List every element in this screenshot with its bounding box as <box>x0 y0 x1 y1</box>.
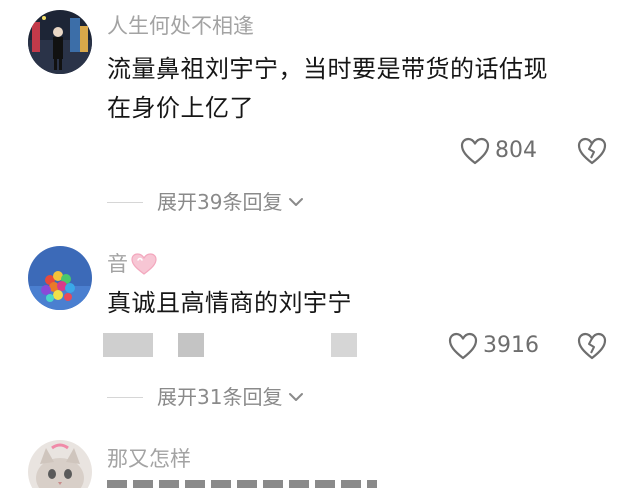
avatar-balloons-image <box>28 246 92 310</box>
comment-text-line: 流量鼻祖刘宇宁，当时要是带货的话估现 <box>107 55 548 83</box>
heart-badge-icon <box>131 253 157 275</box>
username-text: 音 <box>107 252 128 276</box>
avatar-cat-image <box>28 440 92 488</box>
broken-heart-icon <box>577 137 607 165</box>
dislike-button[interactable] <box>577 331 607 361</box>
like-button[interactable]: 3916 <box>448 332 539 360</box>
comment-text: 真诚且高情商的刘宇宁 <box>107 284 607 323</box>
heart-outline-icon <box>448 332 478 360</box>
blurred-region <box>103 333 153 357</box>
blurred-region <box>331 333 357 357</box>
like-count: 3916 <box>483 333 539 358</box>
avatar[interactable] <box>28 10 92 74</box>
broken-heart-icon <box>577 332 607 360</box>
username[interactable]: 那又怎样 <box>107 445 191 473</box>
chevron-down-icon <box>289 393 304 401</box>
username[interactable]: 人生何处不相逢 <box>107 12 254 40</box>
expand-replies-label: 展开31条回复 <box>157 385 283 409</box>
avatar[interactable] <box>28 440 92 488</box>
comment-text-line: 真诚且高情商的刘宇宁 <box>107 289 352 317</box>
divider-line <box>107 396 143 398</box>
avatar-night-city-image <box>28 10 92 74</box>
comment-list: 人生何处不相逢 流量鼻祖刘宇宁，当时要是带货的话估现 在身价上亿了 804 展开… <box>0 0 640 488</box>
expand-replies-label: 展开39条回复 <box>157 190 283 214</box>
divider-line <box>107 201 143 203</box>
dislike-button[interactable] <box>577 136 607 166</box>
comment-text-line: 在身价上亿了 <box>107 94 254 122</box>
username[interactable]: 音 <box>107 250 158 278</box>
expand-replies-button[interactable]: 展开31条回复 <box>107 384 306 410</box>
like-count: 804 <box>495 138 537 163</box>
expand-replies-button[interactable]: 展开39条回复 <box>107 189 306 215</box>
chevron-down-icon <box>289 198 304 206</box>
comment-text-cutoff <box>107 480 377 488</box>
avatar[interactable] <box>28 246 92 310</box>
comment-text: 流量鼻祖刘宇宁，当时要是带货的话估现 在身价上亿了 <box>107 50 607 128</box>
heart-outline-icon <box>460 137 490 165</box>
like-button[interactable]: 804 <box>460 137 537 165</box>
blurred-region <box>178 333 204 357</box>
